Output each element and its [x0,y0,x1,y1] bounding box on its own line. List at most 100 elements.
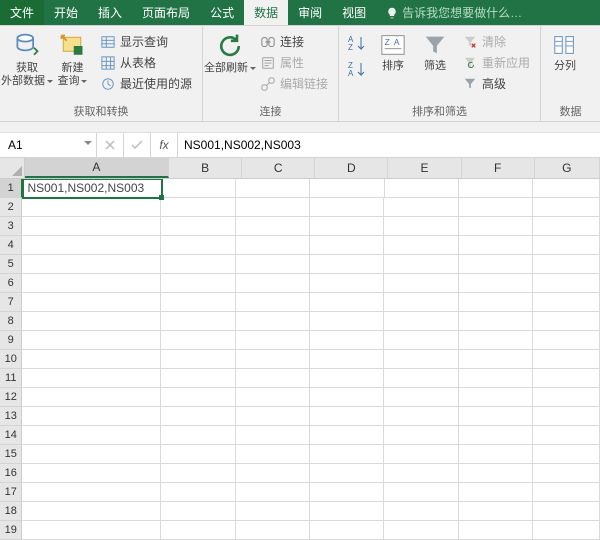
row-header-9[interactable]: 9 [0,331,22,350]
cell-G5[interactable] [533,255,600,274]
cell-A17[interactable] [22,483,161,502]
cell-F5[interactable] [459,255,533,274]
col-header-C[interactable]: C [242,158,315,178]
cell-B18[interactable] [161,502,235,521]
cell-C8[interactable] [236,312,310,331]
row-header-12[interactable]: 12 [0,388,22,407]
cell-A1[interactable]: NS001,NS002,NS003 [23,179,162,198]
row-header-18[interactable]: 18 [0,502,22,521]
cell-F15[interactable] [459,445,533,464]
cell-D9[interactable] [310,331,384,350]
cell-C9[interactable] [236,331,310,350]
cell-A5[interactable] [22,255,161,274]
cell-G13[interactable] [533,407,600,426]
cell-G9[interactable] [533,331,600,350]
cell-F9[interactable] [459,331,533,350]
cell-G14[interactable] [533,426,600,445]
cell-B10[interactable] [161,350,235,369]
col-header-B[interactable]: B [169,158,242,178]
cell-G18[interactable] [533,502,600,521]
cell-C19[interactable] [236,521,310,540]
tab-file[interactable]: 文件 [0,0,44,25]
cell-F14[interactable] [459,426,533,445]
cell-D7[interactable] [310,293,384,312]
cell-A11[interactable] [22,369,161,388]
properties-button[interactable]: 属性 [257,53,332,72]
cell-B17[interactable] [161,483,235,502]
cell-F6[interactable] [459,274,533,293]
cell-G12[interactable] [533,388,600,407]
row-header-16[interactable]: 16 [0,464,22,483]
cell-B11[interactable] [161,369,235,388]
cell-B7[interactable] [161,293,235,312]
cell-D19[interactable] [310,521,384,540]
recent-sources-button[interactable]: 最近使用的源 [97,74,196,93]
cell-C17[interactable] [236,483,310,502]
cell-D6[interactable] [310,274,384,293]
cell-B8[interactable] [161,312,235,331]
cell-E8[interactable] [384,312,458,331]
cell-E1[interactable] [385,179,459,198]
cell-F17[interactable] [459,483,533,502]
cell-E16[interactable] [384,464,458,483]
cell-B3[interactable] [161,217,235,236]
cell-F8[interactable] [459,312,533,331]
col-header-G[interactable]: G [535,158,600,178]
cell-G8[interactable] [533,312,600,331]
edit-links-button[interactable]: 编辑链接 [257,74,332,93]
cell-E17[interactable] [384,483,458,502]
enter-entry-button[interactable] [124,133,151,157]
reapply-filter-button[interactable]: 重新应用 [459,53,534,72]
cell-D15[interactable] [310,445,384,464]
cell-E12[interactable] [384,388,458,407]
cell-D1[interactable] [310,179,384,198]
row-header-17[interactable]: 17 [0,483,22,502]
cell-F12[interactable] [459,388,533,407]
chevron-down-icon[interactable] [84,141,92,149]
cell-G6[interactable] [533,274,600,293]
cell-C13[interactable] [236,407,310,426]
cell-E6[interactable] [384,274,458,293]
filter-button[interactable]: 筛选 [417,32,453,73]
row-header-13[interactable]: 13 [0,407,22,426]
cell-F10[interactable] [459,350,533,369]
new-query-button[interactable]: 新建 查询 [54,32,91,88]
cell-B1[interactable] [162,179,236,198]
cell-A6[interactable] [22,274,161,293]
cell-F1[interactable] [459,179,533,198]
cell-C7[interactable] [236,293,310,312]
cell-A15[interactable] [22,445,161,464]
cell-E2[interactable] [384,198,458,217]
cell-F7[interactable] [459,293,533,312]
cell-F18[interactable] [459,502,533,521]
cell-C10[interactable] [236,350,310,369]
cell-B9[interactable] [161,331,235,350]
row-header-6[interactable]: 6 [0,274,22,293]
cell-D13[interactable] [310,407,384,426]
cell-A18[interactable] [22,502,161,521]
row-header-2[interactable]: 2 [0,198,22,217]
col-header-A[interactable]: A [25,158,169,178]
row-header-8[interactable]: 8 [0,312,22,331]
cell-D12[interactable] [310,388,384,407]
cell-D11[interactable] [310,369,384,388]
cell-D16[interactable] [310,464,384,483]
cell-A7[interactable] [22,293,161,312]
cell-D18[interactable] [310,502,384,521]
cell-A8[interactable] [22,312,161,331]
col-header-F[interactable]: F [462,158,535,178]
cell-E3[interactable] [384,217,458,236]
cell-F3[interactable] [459,217,533,236]
tab-data[interactable]: 数据 [244,0,288,25]
cell-C18[interactable] [236,502,310,521]
sort-descending-button[interactable]: ZA [345,58,369,80]
row-header-11[interactable]: 11 [0,369,22,388]
cell-D8[interactable] [310,312,384,331]
cell-A9[interactable] [22,331,161,350]
cell-B12[interactable] [161,388,235,407]
cell-F13[interactable] [459,407,533,426]
cell-E10[interactable] [384,350,458,369]
row-header-4[interactable]: 4 [0,236,22,255]
cell-A2[interactable] [22,198,161,217]
tab-view[interactable]: 视图 [332,0,376,25]
